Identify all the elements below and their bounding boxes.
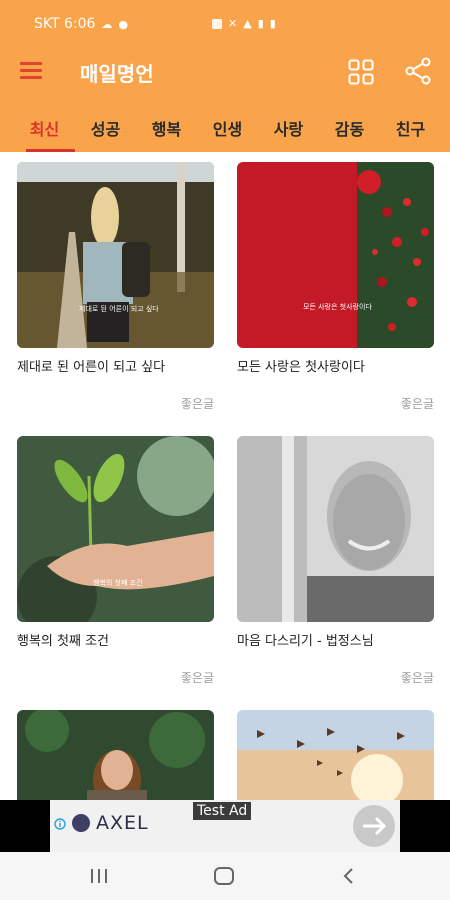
ad-info-icon[interactable] bbox=[54, 818, 66, 830]
quote-card[interactable]: 마음 다스리기 - 법정스님 좋은글 bbox=[237, 436, 434, 686]
sprout-in-hand-image bbox=[17, 436, 214, 622]
card-thumbnail: 모든 사랑은 첫사랑이다 bbox=[237, 162, 434, 348]
card-thumbnail bbox=[237, 710, 434, 800]
card-category: 좋은글 bbox=[180, 397, 214, 411]
system-nav-bar bbox=[0, 852, 450, 900]
tab-life[interactable]: 인생 bbox=[197, 98, 258, 152]
arrow-right-icon[interactable] bbox=[351, 804, 397, 848]
quote-card[interactable]: 행복의 첫째 조건 행복의 첫째 조건 좋은글 bbox=[17, 436, 214, 686]
quote-card[interactable]: 모든 사랑은 첫사랑이다 모든 사랑은 첫사랑이다 좋은글 bbox=[237, 162, 434, 412]
image-caption: 모든 사랑은 첫사랑이다 bbox=[303, 303, 372, 311]
category-tabs: 최신 성공 행복 인생 사랑 감동 친구 bbox=[0, 98, 450, 152]
quote-feed: 제대로 된 어른이 되고 싶다 제대로 된 어른이 되고 싶다 좋은글 모든 사… bbox=[0, 152, 450, 800]
monk-portrait-image bbox=[237, 436, 434, 622]
image-caption: 제대로 된 어른이 되고 싶다 bbox=[79, 305, 159, 313]
cloud-icon: ☁ bbox=[101, 17, 113, 31]
card-title: 제대로 된 어른이 되고 싶다 bbox=[17, 360, 166, 375]
card-thumbnail: 제대로 된 어른이 되고 싶다 bbox=[17, 162, 214, 348]
mute-icon: ✕ bbox=[228, 17, 238, 30]
notification-icon bbox=[212, 18, 222, 29]
birds-sky-image bbox=[237, 710, 434, 800]
grid-view-icon[interactable] bbox=[348, 59, 374, 85]
forest-path-image bbox=[17, 162, 214, 348]
carrier-time: SKT 6:06 bbox=[34, 16, 96, 32]
tab-love[interactable]: 사랑 bbox=[258, 98, 319, 152]
wifi-icon: ▲ bbox=[243, 17, 252, 30]
card-thumbnail bbox=[237, 436, 434, 622]
tab-latest[interactable]: 최신 bbox=[14, 98, 75, 152]
quote-card[interactable] bbox=[17, 710, 214, 800]
card-title: 행복의 첫째 조건 bbox=[17, 634, 109, 649]
card-thumbnail bbox=[17, 710, 214, 800]
tab-success[interactable]: 성공 bbox=[75, 98, 136, 152]
status-bar: SKT 6:06 ☁ ● ✕ ▲ ▮ ▮ bbox=[0, 0, 450, 46]
red-christmas-image bbox=[237, 162, 434, 348]
woman-in-leaves-image bbox=[17, 710, 214, 800]
back-icon[interactable] bbox=[338, 866, 360, 886]
card-title: 마음 다스리기 - 법정스님 bbox=[237, 634, 374, 649]
tab-moving[interactable]: 감동 bbox=[319, 98, 380, 152]
card-category: 좋은글 bbox=[400, 397, 434, 411]
axel-logo-icon bbox=[72, 814, 90, 832]
share-icon[interactable] bbox=[404, 57, 432, 85]
app-bar: 매일명언 bbox=[0, 46, 450, 98]
card-title: 모든 사랑은 첫사랑이다 bbox=[237, 360, 365, 375]
home-icon[interactable] bbox=[213, 866, 235, 886]
tab-friend[interactable]: 친구 bbox=[380, 98, 441, 152]
card-thumbnail: 행복의 첫째 조건 bbox=[17, 436, 214, 622]
recent-apps-icon[interactable] bbox=[88, 866, 110, 886]
ad-label: Test Ad bbox=[193, 802, 252, 820]
tab-happiness[interactable]: 행복 bbox=[136, 98, 197, 152]
card-category: 좋은글 bbox=[400, 671, 434, 685]
quote-card[interactable]: 제대로 된 어른이 되고 싶다 제대로 된 어른이 되고 싶다 좋은글 bbox=[17, 162, 214, 412]
image-caption: 행복의 첫째 조건 bbox=[93, 579, 143, 587]
quote-card[interactable] bbox=[237, 710, 434, 800]
signal-icon: ▮ bbox=[257, 17, 264, 30]
app-title: 매일명언 bbox=[80, 62, 154, 86]
ad-brand: AXEL bbox=[96, 812, 149, 834]
chat-icon: ● bbox=[118, 17, 129, 31]
battery-icon: ▮ bbox=[269, 17, 276, 30]
card-category: 좋은글 bbox=[180, 671, 214, 685]
hamburger-menu-icon[interactable] bbox=[20, 62, 42, 80]
